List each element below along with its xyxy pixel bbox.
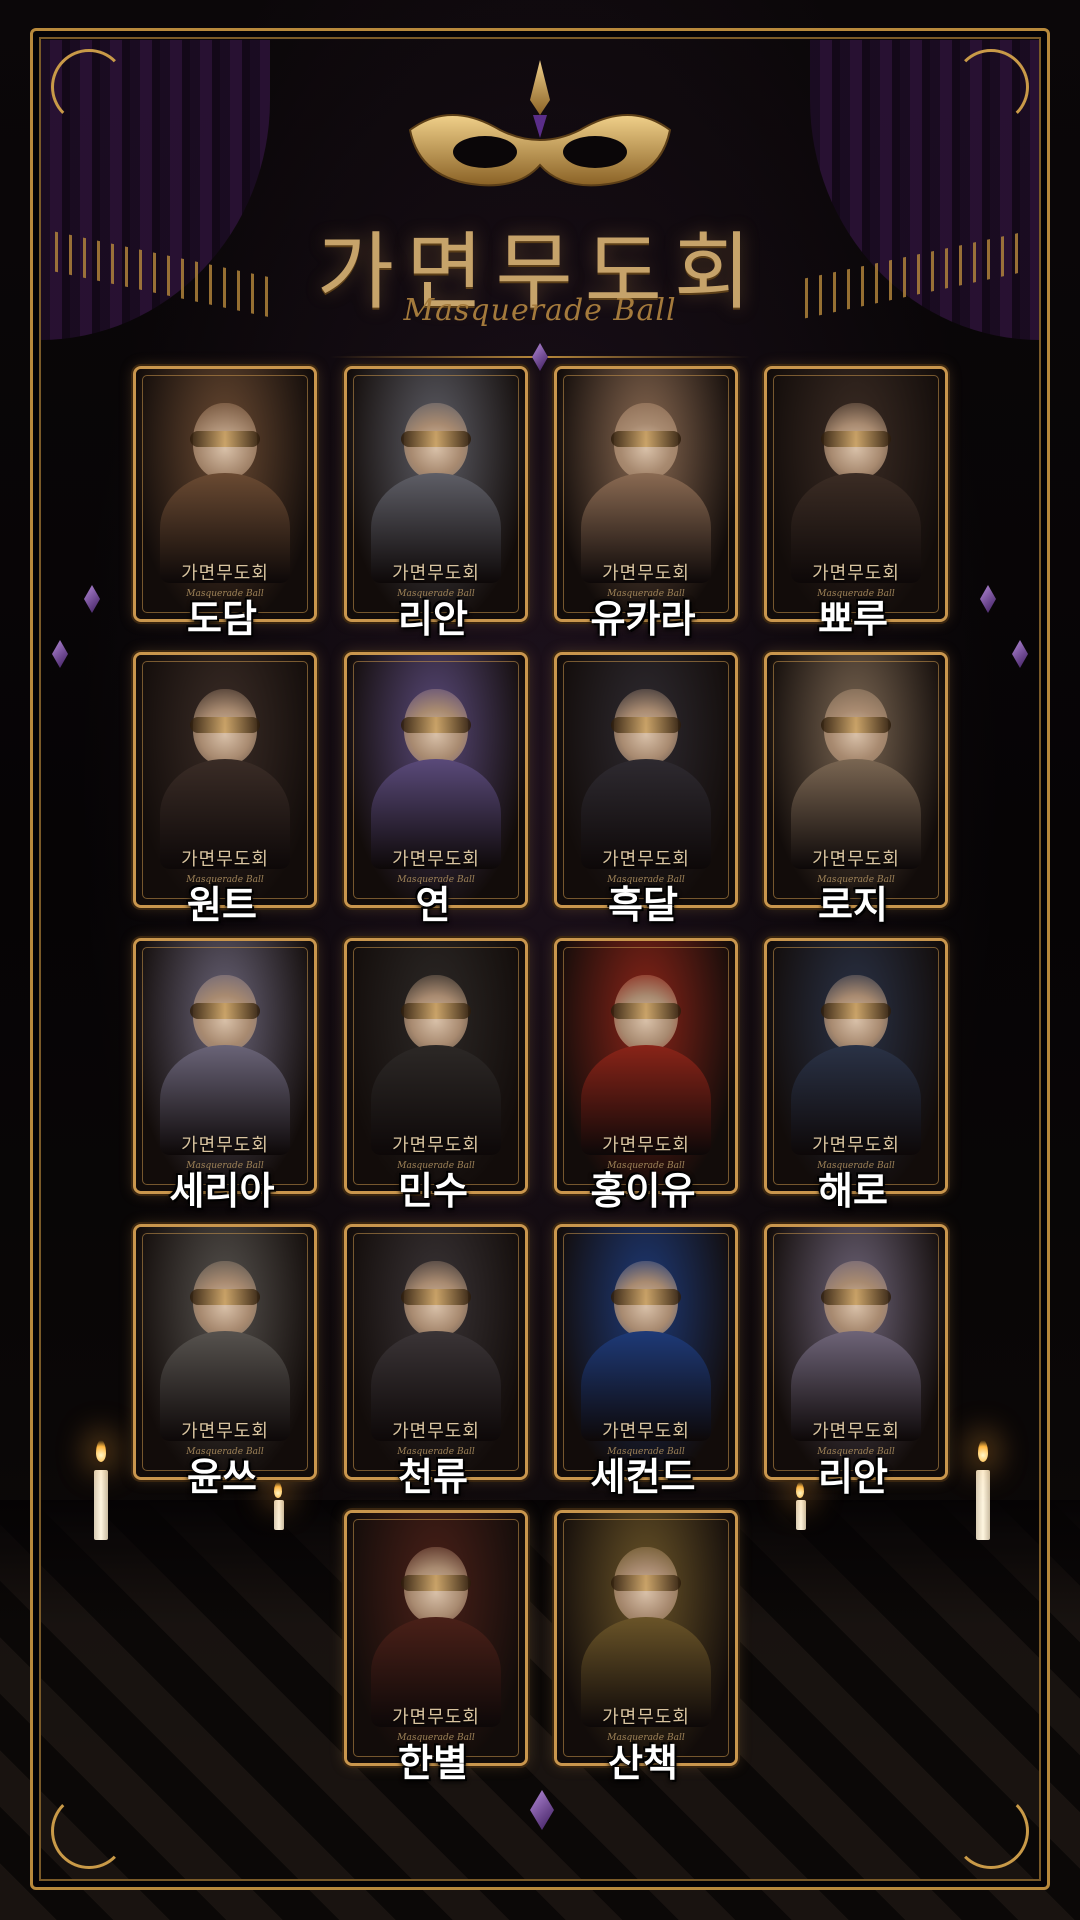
character-card[interactable]: 가면무도회 Masquerade Ball [133, 366, 317, 622]
frame-corner-ornament [51, 1793, 127, 1869]
card-title: 가면무도회 [602, 1135, 690, 1156]
character-card[interactable]: 가면무도회 Masquerade Ball [344, 652, 528, 908]
character-card[interactable]: 가면무도회 Masquerade Ball [764, 1224, 948, 1480]
page-subtitle: Masquerade Ball [403, 293, 677, 328]
character-name: 세컨드 [590, 1455, 696, 1499]
character-name: 유카라 [590, 597, 696, 641]
character-name: 민수 [398, 1169, 468, 1213]
character-name: 연 [415, 883, 451, 927]
frame-corner-ornament [953, 49, 1029, 125]
candle [94, 1470, 108, 1540]
card-title: 가면무도회 [812, 849, 900, 870]
frame-corner-ornament [51, 49, 127, 125]
character-name: 뾰루 [818, 597, 888, 641]
character-card[interactable]: 가면무도회 Masquerade Ball [133, 652, 317, 908]
character-card[interactable]: 가면무도회 Masquerade Ball [554, 938, 738, 1194]
character-card[interactable]: 가면무도회 Masquerade Ball [133, 1224, 317, 1480]
card-title: 가면무도회 [602, 1421, 690, 1442]
card-title: 가면무도회 [392, 1707, 480, 1728]
character-card[interactable]: 가면무도회 Masquerade Ball [344, 1224, 528, 1480]
character-card[interactable]: 가면무도회 Masquerade Ball [764, 652, 948, 908]
masquerade-poster: 가면무도회 Masquerade Ball 가면무도회 Masquerade Ba… [0, 0, 1080, 1920]
character-name: 흑달 [608, 883, 678, 927]
character-card[interactable]: 가면무도회 Masquerade Ball [344, 366, 528, 622]
character-name: 천류 [398, 1455, 468, 1499]
character-card[interactable]: 가면무도회 Masquerade Ball [554, 1510, 738, 1766]
card-title: 가면무도회 [602, 1707, 690, 1728]
card-title: 가면무도회 [181, 1421, 269, 1442]
character-name: 홍이유 [590, 1169, 696, 1213]
character-card[interactable]: 가면무도회 Masquerade Ball [344, 1510, 528, 1766]
character-name: 세리아 [169, 1169, 275, 1213]
candle [796, 1500, 806, 1530]
character-name: 한별 [398, 1741, 468, 1785]
card-title: 가면무도회 [602, 563, 690, 584]
card-title: 가면무도회 [392, 1135, 480, 1156]
candle [274, 1500, 284, 1530]
character-card[interactable]: 가면무도회 Masquerade Ball [764, 938, 948, 1194]
character-card[interactable]: 가면무도회 Masquerade Ball [133, 938, 317, 1194]
card-title: 가면무도회 [812, 563, 900, 584]
character-card[interactable]: 가면무도회 Masquerade Ball [554, 652, 738, 908]
character-name: 로지 [818, 883, 888, 927]
character-name: 원트 [187, 883, 257, 927]
character-card[interactable]: 가면무도회 Masquerade Ball [554, 1224, 738, 1480]
card-title: 가면무도회 [181, 849, 269, 870]
character-name: 리안 [398, 597, 468, 641]
card-title: 가면무도회 [602, 849, 690, 870]
character-name: 해로 [818, 1169, 888, 1213]
card-title: 가면무도회 [181, 563, 269, 584]
character-card[interactable]: 가면무도회 Masquerade Ball [344, 938, 528, 1194]
card-title: 가면무도회 [392, 563, 480, 584]
card-title: 가면무도회 [812, 1421, 900, 1442]
character-card[interactable]: 가면무도회 Masquerade Ball [554, 366, 738, 622]
character-name: 리안 [818, 1455, 888, 1499]
candle-flame [978, 1440, 988, 1462]
character-card[interactable]: 가면무도회 Masquerade Ball [764, 366, 948, 622]
candle-flame [96, 1440, 106, 1462]
card-title: 가면무도회 [392, 1421, 480, 1442]
frame-corner-ornament [953, 1793, 1029, 1869]
character-name: 윤쓰 [187, 1455, 257, 1499]
card-title: 가면무도회 [812, 1135, 900, 1156]
card-title: 가면무도회 [181, 1135, 269, 1156]
character-name: 도담 [187, 597, 257, 641]
card-title: 가면무도회 [392, 849, 480, 870]
character-name: 산책 [608, 1741, 678, 1785]
candle [976, 1470, 990, 1540]
masquerade-mask-icon [408, 60, 672, 187]
